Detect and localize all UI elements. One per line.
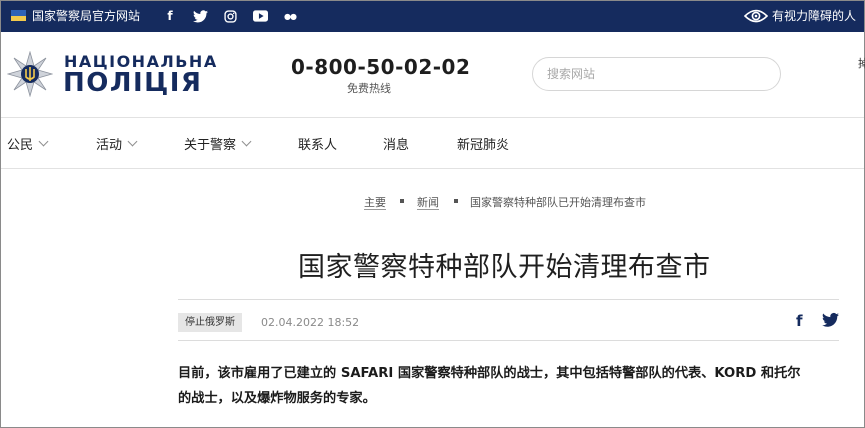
twitter-icon[interactable] [191, 7, 209, 25]
nav-divider-bottom [1, 168, 864, 169]
article-lead-line: 目前，该市雇用了已建立的 SAFARI 国家警察特种部队的战士，其中包括特警部队… [178, 366, 801, 381]
nav-item-activities[interactable]: 活动 [96, 134, 138, 153]
site-label[interactable]: 国家警察局官方网站 [32, 8, 140, 24]
flickr-icon[interactable]: ●● [281, 7, 299, 25]
article-lead: 目前，该市雇用了已建立的 SAFARI 国家警察特种部队的战士，其中包括特警部队… [178, 361, 843, 411]
article-title: 国家警察特种部队开始清理布查市 [298, 252, 711, 283]
nav-item-citizens[interactable]: 公民 [7, 134, 49, 153]
youtube-icon[interactable] [251, 7, 269, 25]
nav-divider-top [1, 117, 864, 118]
share-facebook-icon[interactable]: f [796, 312, 808, 330]
divider [178, 299, 839, 300]
breadcrumb-news[interactable]: 新闻 [417, 194, 439, 210]
accessibility-toggle[interactable]: 有视力障碍的人 [743, 7, 856, 24]
breadcrumb-current: 国家警察特种部队已开始清理布查市 [470, 196, 646, 209]
nav-item-contacts[interactable]: 联系人 [298, 134, 337, 153]
facebook-icon[interactable]: f [161, 7, 179, 25]
breadcrumb-separator [400, 199, 404, 203]
clipped-edge-text: 掉 [858, 57, 865, 70]
accessibility-label: 有视力障碍的人 [771, 9, 856, 23]
chevron-down-icon [38, 136, 49, 147]
chevron-down-icon [241, 136, 252, 147]
article-lead-line: 的战士，以及爆炸物服务的专家。 [178, 391, 376, 406]
nav-item-news[interactable]: 消息 [383, 134, 409, 153]
top-bar: 国家警察局官方网站 f ●● 有视力障碍的人 [1, 1, 864, 32]
brand-line-2[interactable]: ПОЛІЦІЯ [63, 69, 202, 97]
article-date: 02.04.2022 18:52 [261, 316, 360, 329]
hotline-caption: 免费热线 [347, 82, 391, 95]
nav-item-about-police[interactable]: 关于警察 [184, 134, 252, 153]
nav-item-covid[interactable]: 新冠肺炎 [457, 134, 509, 153]
ukraine-flag-icon [11, 10, 26, 21]
chevron-down-icon [127, 136, 138, 147]
eye-icon [743, 9, 768, 22]
breadcrumb-separator [454, 199, 458, 203]
police-star-logo[interactable] [7, 51, 53, 97]
search-input[interactable] [532, 57, 781, 91]
instagram-icon[interactable] [221, 7, 239, 25]
article-tag[interactable]: 停止俄罗斯 [178, 313, 242, 332]
divider [178, 340, 839, 341]
hotline-number[interactable]: 0-800-50-02-02 [291, 55, 470, 79]
share-twitter-icon[interactable] [822, 312, 839, 328]
breadcrumb-home[interactable]: 主要 [364, 194, 386, 210]
